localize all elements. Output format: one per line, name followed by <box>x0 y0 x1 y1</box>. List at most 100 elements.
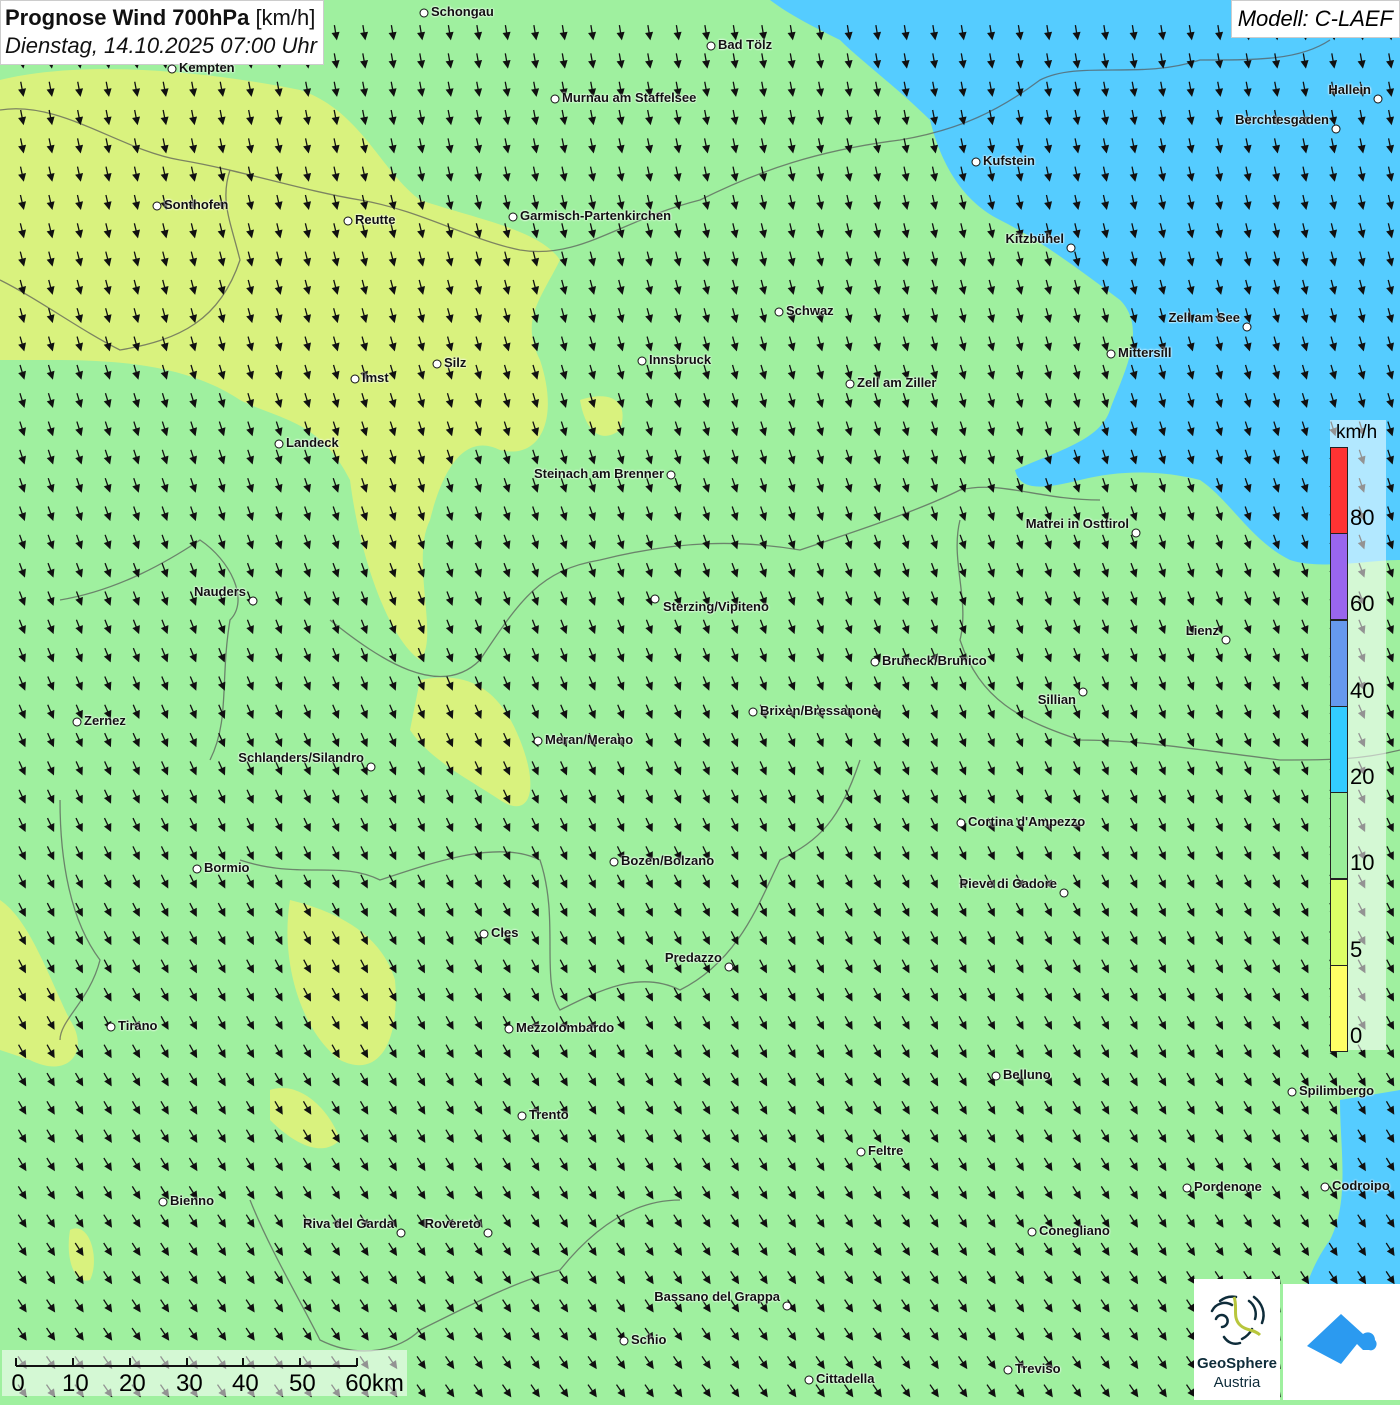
city-label[interactable]: Schongau <box>431 4 494 19</box>
city-marker[interactable] <box>956 818 966 828</box>
city-label[interactable]: Murnau am Staffelsee <box>562 90 696 105</box>
city-marker[interactable] <box>248 596 258 606</box>
city-marker[interactable] <box>748 707 758 717</box>
city-marker[interactable] <box>72 717 82 727</box>
city-label[interactable]: Landeck <box>286 435 339 450</box>
city-marker[interactable] <box>666 470 676 480</box>
city-marker[interactable] <box>971 157 981 167</box>
city-marker[interactable] <box>106 1022 116 1032</box>
city-label[interactable]: Zell am See <box>1168 310 1240 325</box>
city-label[interactable]: Schlanders/Silandro <box>238 750 364 765</box>
city-marker[interactable] <box>706 41 716 51</box>
city-label[interactable]: Zernez <box>84 713 126 728</box>
city-label[interactable]: Cittadella <box>816 1371 875 1386</box>
city-label[interactable]: Berchtesgaden <box>1235 112 1329 127</box>
city-label[interactable]: Bad Tölz <box>718 37 772 52</box>
city-label[interactable]: Bienno <box>170 1193 214 1208</box>
city-label[interactable]: Innsbruck <box>649 352 711 367</box>
city-label[interactable]: Silz <box>444 355 466 370</box>
city-label[interactable]: Sonthofen <box>164 197 228 212</box>
city-marker[interactable] <box>637 356 647 366</box>
city-marker[interactable] <box>432 359 442 369</box>
city-label[interactable]: Sterzing/Vipiteno <box>663 599 769 614</box>
app-logo[interactable] <box>1283 1284 1400 1400</box>
city-label[interactable]: Cortina d'Ampezzo <box>968 814 1085 829</box>
city-label[interactable]: Meran/Merano <box>545 732 633 747</box>
city-marker[interactable] <box>192 864 202 874</box>
city-marker[interactable] <box>619 1336 629 1346</box>
city-marker[interactable] <box>343 216 353 226</box>
city-marker[interactable] <box>479 929 489 939</box>
city-label[interactable]: Zell am Ziller <box>857 375 936 390</box>
city-marker[interactable] <box>158 1197 168 1207</box>
city-marker[interactable] <box>1242 322 1252 332</box>
city-label[interactable]: Matrei in Osttirol <box>1026 516 1129 531</box>
city-marker[interactable] <box>609 857 619 867</box>
city-label[interactable]: Schio <box>631 1332 666 1347</box>
city-label[interactable]: Conegliano <box>1039 1223 1110 1238</box>
city-marker[interactable] <box>724 962 734 972</box>
city-marker[interactable] <box>550 94 560 104</box>
city-marker[interactable] <box>152 201 162 211</box>
city-label[interactable]: Feltre <box>868 1143 903 1158</box>
city-marker[interactable] <box>517 1111 527 1121</box>
city-label[interactable]: Predazzo <box>665 950 722 965</box>
city-label[interactable]: Belluno <box>1003 1067 1051 1082</box>
city-marker[interactable] <box>1287 1087 1297 1097</box>
city-marker[interactable] <box>650 594 660 604</box>
city-label[interactable]: Trento <box>529 1107 569 1122</box>
city-marker[interactable] <box>991 1071 1001 1081</box>
city-marker[interactable] <box>366 762 376 772</box>
city-marker[interactable] <box>782 1301 792 1311</box>
city-label[interactable]: Garmisch-Partenkirchen <box>520 208 671 223</box>
city-marker[interactable] <box>167 64 177 74</box>
city-marker[interactable] <box>1027 1227 1037 1237</box>
city-label[interactable]: Lienz <box>1186 623 1219 638</box>
city-marker[interactable] <box>856 1147 866 1157</box>
city-label[interactable]: Riva del Garda <box>303 1216 394 1231</box>
city-label[interactable]: Mittersill <box>1118 345 1171 360</box>
city-marker[interactable] <box>1003 1365 1013 1375</box>
city-label[interactable]: Hallein <box>1328 82 1371 97</box>
city-marker[interactable] <box>1373 94 1383 104</box>
city-label[interactable]: Spilimbergo <box>1299 1083 1374 1098</box>
city-label[interactable]: Pieve di Cadore <box>959 876 1057 891</box>
city-label[interactable]: Schwaz <box>786 303 834 318</box>
city-marker[interactable] <box>533 736 543 746</box>
city-marker[interactable] <box>1131 528 1141 538</box>
geosphere-austria-logo[interactable]: GeoSphere Austria <box>1194 1279 1280 1400</box>
city-marker[interactable] <box>274 439 284 449</box>
city-label[interactable]: Brixen/Bressanone <box>760 703 879 718</box>
city-marker[interactable] <box>1078 687 1088 697</box>
city-label[interactable]: Tirano <box>118 1018 158 1033</box>
city-label[interactable]: Bormio <box>204 860 250 875</box>
city-marker[interactable] <box>870 657 880 667</box>
city-marker[interactable] <box>508 212 518 222</box>
city-label[interactable]: Kufstein <box>983 153 1035 168</box>
city-label[interactable]: Sillian <box>1038 692 1076 707</box>
city-label[interactable]: Pordenone <box>1194 1179 1262 1194</box>
city-marker[interactable] <box>419 8 429 18</box>
city-label[interactable]: Rovereto <box>425 1216 481 1231</box>
city-marker[interactable] <box>1066 243 1076 253</box>
city-marker[interactable] <box>774 307 784 317</box>
city-marker[interactable] <box>1320 1182 1330 1192</box>
city-label[interactable]: Nauders <box>194 584 246 599</box>
city-label[interactable]: Kempten <box>179 60 235 75</box>
city-marker[interactable] <box>804 1375 814 1385</box>
city-marker[interactable] <box>350 374 360 384</box>
city-marker[interactable] <box>1106 349 1116 359</box>
city-marker[interactable] <box>483 1228 493 1238</box>
city-marker[interactable] <box>504 1024 514 1034</box>
city-marker[interactable] <box>1331 124 1341 134</box>
city-label[interactable]: Cles <box>491 925 518 940</box>
city-label[interactable]: Codroipo <box>1332 1178 1390 1193</box>
city-label[interactable]: Bozen/Bolzano <box>621 853 714 868</box>
city-marker[interactable] <box>396 1228 406 1238</box>
city-marker[interactable] <box>845 379 855 389</box>
city-label[interactable]: Bassano del Grappa <box>654 1289 780 1304</box>
city-marker[interactable] <box>1182 1183 1192 1193</box>
city-marker[interactable] <box>1059 888 1069 898</box>
city-label[interactable]: Mezzolombardo <box>516 1020 614 1035</box>
city-label[interactable]: Treviso <box>1015 1361 1061 1376</box>
